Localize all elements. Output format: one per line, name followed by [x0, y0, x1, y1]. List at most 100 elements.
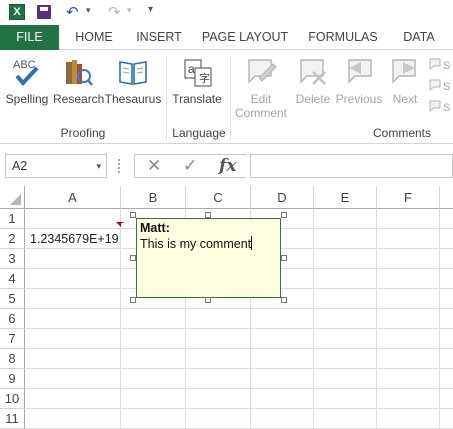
row-header-8[interactable]: 8 — [0, 349, 25, 369]
gridline — [25, 388, 453, 389]
spelling-check-icon: ABC — [11, 56, 43, 88]
tab-file[interactable]: FILE — [0, 25, 59, 50]
insert-function-icon[interactable]: fx — [219, 156, 236, 176]
column-header-e[interactable]: E — [314, 186, 377, 209]
excel-app-icon[interactable]: X — [9, 4, 25, 20]
customize-toolbar-icon[interactable]: ▾ — [148, 4, 153, 15]
tab-data[interactable]: DATA — [391, 25, 447, 50]
delete-comment-button[interactable]: Delete — [293, 56, 333, 106]
enter-check-icon[interactable]: ✓ — [183, 156, 197, 176]
formula-input[interactable] — [250, 154, 453, 178]
next-comment-icon — [389, 56, 421, 88]
thesaurus-button[interactable]: Thesaurus — [104, 56, 162, 106]
cancel-icon[interactable]: ✕ — [147, 156, 161, 176]
research-button[interactable]: Research — [53, 56, 104, 106]
name-box-value: A2 — [12, 159, 28, 173]
comment-text-value: This is my comment — [140, 237, 252, 251]
undo-icon[interactable]: ↶ — [66, 3, 79, 21]
delete-label: Delete — [295, 92, 331, 106]
row-header-11[interactable]: 11 — [0, 409, 25, 429]
language-group-label: Language — [172, 126, 226, 140]
row-header-9[interactable]: 9 — [0, 369, 25, 389]
tab-page-layout[interactable]: PAGE LAYOUT — [196, 25, 294, 50]
tab-home[interactable]: HOME — [66, 25, 122, 50]
proofing-group-label: Proofing — [60, 126, 106, 140]
name-box[interactable]: A2 ▾ — [5, 154, 107, 178]
gridline — [376, 209, 377, 429]
next-label: Next — [392, 92, 418, 106]
tab-formulas[interactable]: FORMULAS — [303, 25, 383, 50]
svg-text:S: S — [443, 60, 450, 72]
thesaurus-label: Thesaurus — [104, 92, 162, 106]
comment-resize-handle[interactable] — [130, 212, 136, 218]
abc-label: ABC — [13, 59, 36, 71]
name-box-dropdown-icon[interactable]: ▾ — [96, 155, 101, 177]
row-header-3[interactable]: 3 — [0, 249, 25, 269]
svg-text:S: S — [443, 102, 450, 114]
ribbon-tabs: FILE HOME INSERT PAGE LAYOUT FORMULAS DA… — [0, 25, 453, 50]
comments-group-label: Comments — [372, 126, 431, 140]
column-header-a[interactable]: A — [25, 186, 121, 209]
select-all-corner[interactable] — [0, 186, 25, 209]
comment-resize-handle[interactable] — [130, 255, 136, 261]
ribbon-separator — [230, 56, 231, 140]
spelling-label: Spelling — [5, 92, 49, 106]
cell-a2-value[interactable]: 1.2345679E+19 — [30, 232, 119, 246]
next-comment-button[interactable]: Next — [387, 56, 423, 106]
ribbon: ABC Spelling Research Thesaurus Proofing… — [0, 50, 453, 144]
formula-bar-grip[interactable] — [118, 159, 121, 173]
comment-text[interactable]: This is my comment — [140, 236, 253, 251]
translate-label: Translate — [172, 92, 222, 106]
row-header-4[interactable]: 4 — [0, 269, 25, 289]
gridline — [439, 209, 440, 429]
previous-label: Previous — [335, 92, 383, 106]
column-header-g[interactable] — [440, 186, 453, 209]
row-header-2[interactable]: 2 — [0, 229, 25, 249]
comment-resize-handle[interactable] — [130, 297, 136, 303]
row-header-1[interactable]: 1 — [0, 209, 25, 229]
comment-resize-handle[interactable] — [281, 212, 287, 218]
redo-icon[interactable]: ↷ — [108, 3, 121, 21]
thesaurus-book-icon — [117, 56, 149, 88]
column-header-c[interactable]: C — [186, 186, 251, 209]
gridline — [120, 209, 121, 429]
edit-comment-label-line1: Edit — [250, 92, 272, 106]
tab-insert[interactable]: INSERT — [128, 25, 190, 50]
formula-buttons: ✕ ✓ fx — [134, 154, 246, 178]
row-header-6[interactable]: 6 — [0, 309, 25, 329]
previous-comment-button[interactable]: Previous — [335, 56, 383, 106]
gridline — [25, 308, 453, 309]
column-header-b[interactable]: B — [121, 186, 186, 209]
comment-resize-handle[interactable] — [205, 297, 211, 303]
row-header-5[interactable]: 5 — [0, 289, 25, 309]
translate-icon: a 字 — [181, 56, 213, 88]
row-header-7[interactable]: 7 — [0, 329, 25, 349]
svg-text:字: 字 — [199, 71, 210, 85]
comment-box[interactable]: Matt: This is my comment — [136, 218, 281, 298]
row-header-10[interactable]: 10 — [0, 389, 25, 409]
ribbon-separator — [166, 56, 167, 140]
edit-comment-button[interactable]: Edit Comment — [232, 56, 290, 120]
edit-comment-icon — [245, 56, 277, 88]
previous-comment-icon — [343, 56, 375, 88]
comment-resize-handle[interactable] — [205, 212, 211, 218]
comment-resize-handle[interactable] — [281, 255, 287, 261]
spelling-button[interactable]: ABC Spelling — [4, 56, 50, 106]
gridline — [25, 348, 453, 349]
translate-button[interactable]: a 字 Translate — [170, 56, 224, 106]
edit-comment-label-line2: Comment — [234, 106, 287, 120]
redo-dropdown-icon[interactable]: ▾ — [127, 5, 132, 16]
gridline — [25, 408, 453, 409]
comment-author: Matt: — [140, 221, 170, 235]
undo-dropdown-icon[interactable]: ▾ — [86, 5, 91, 16]
formula-bar: A2 ▾ ✕ ✓ fx — [0, 150, 453, 184]
show-comments-stack: S S S — [428, 56, 453, 122]
gridline — [25, 368, 453, 369]
delete-comment-icon — [297, 56, 329, 88]
column-header-d[interactable]: D — [251, 186, 314, 209]
save-icon[interactable] — [37, 5, 51, 19]
gridline — [25, 328, 453, 329]
column-header-f[interactable]: F — [377, 186, 440, 209]
svg-text:S: S — [443, 81, 450, 93]
comment-resize-handle[interactable] — [281, 297, 287, 303]
